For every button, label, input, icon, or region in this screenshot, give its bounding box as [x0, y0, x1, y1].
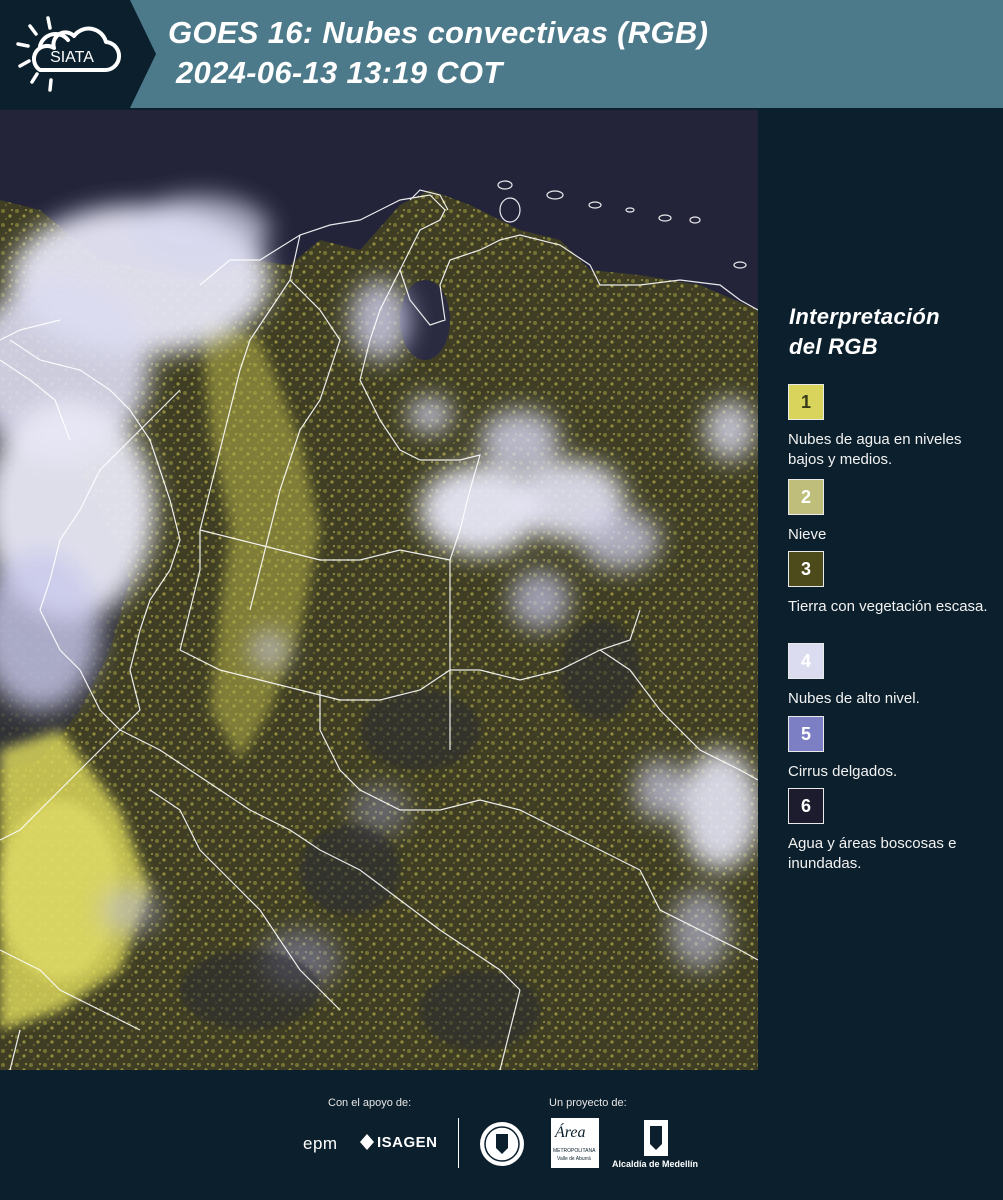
header-arrow: [130, 0, 156, 108]
legend-swatch-6: 6: [788, 788, 824, 824]
epm-logo: epm: [303, 1134, 338, 1153]
logo-block: SIATA: [0, 0, 130, 108]
legend-label-1: Nubes de agua en niveles bajos y medios.: [788, 431, 962, 468]
legend-heading-line1: Interpretación: [789, 304, 940, 329]
legend-label-4: Nubes de alto nivel.: [788, 690, 920, 707]
isagen-logo: ISAGEN: [377, 1134, 438, 1151]
legend-swatch-5: 5: [788, 716, 824, 752]
page-subtitle: 2024-06-13 13:19 COT: [176, 55, 503, 90]
support-caption: Con el apoyo de:: [328, 1097, 412, 1109]
legend-panel: Interpretación del RGB 1 Nubes de agua e…: [762, 110, 1003, 1070]
footer: Con el apoyo de: Un proyecto de: epm ISA…: [0, 1070, 1003, 1200]
logo-text: SIATA: [50, 49, 94, 66]
footer-divider: [458, 1118, 459, 1168]
page-title: GOES 16: Nubes convectivas (RGB): [168, 15, 709, 50]
area-metro-sub2: Valle de Aburrá: [557, 1156, 591, 1162]
legend-swatch-1: 1: [788, 384, 824, 420]
siata-logo: SIATA: [16, 16, 122, 92]
satellite-map: [0, 110, 758, 1070]
legend-item-4: 4 Nubes de alto nivel.: [788, 643, 998, 709]
legend-label-3: Tierra con vegetación escasa.: [788, 598, 988, 615]
alcaldia-emblem-icon: [642, 1118, 670, 1158]
area-metro-logo: Área METROPOLITANA Valle de Aburrá: [551, 1118, 599, 1168]
legend-swatch-3: 3: [788, 551, 824, 587]
medellin-seal-icon: [478, 1120, 526, 1168]
satellite-image: [0, 110, 758, 1070]
legend-swatch-2: 2: [788, 479, 824, 515]
legend-item-5: 5 Cirrus delgados.: [788, 716, 998, 782]
legend-item-6: 6 Agua y áreas boscosas e inundadas.: [788, 788, 998, 874]
area-metro-name: Área: [555, 1124, 586, 1141]
legend-label-2: Nieve: [788, 526, 827, 543]
alcaldia-label: Alcaldía de Medellín: [612, 1159, 699, 1169]
legend-item-2: 2 Nieve: [788, 479, 998, 545]
legend-heading-line2: del RGB: [789, 334, 878, 359]
project-caption: Un proyecto de:: [549, 1097, 627, 1109]
header-bar: SIATA GOES 16: Nubes convectivas (RGB) 2…: [0, 0, 1003, 108]
legend-label-6: Agua y áreas boscosas e inundadas.: [788, 835, 957, 872]
area-metro-sub: METROPOLITANA: [553, 1148, 596, 1154]
legend-label-5: Cirrus delgados.: [788, 763, 898, 780]
legend-item-3: 3 Tierra con vegetación escasa.: [788, 551, 998, 617]
legend-swatch-4: 4: [788, 643, 824, 679]
isagen-icon: [360, 1134, 374, 1150]
legend-heading: Interpretación del RGB: [789, 302, 940, 362]
legend-item-1: 1 Nubes de agua en niveles bajos y medio…: [788, 384, 998, 470]
